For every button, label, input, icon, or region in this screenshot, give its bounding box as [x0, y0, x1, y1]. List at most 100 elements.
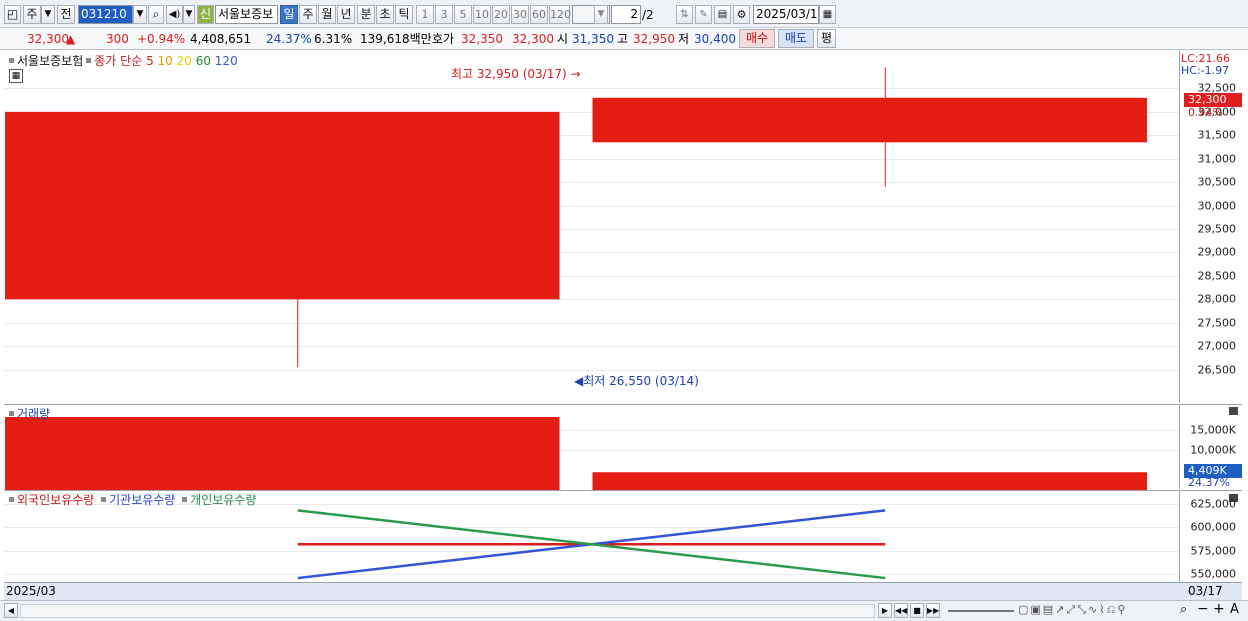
period-month-button[interactable]: 월 — [318, 5, 336, 24]
zoom-out-icon[interactable]: − — [1197, 601, 1209, 617]
current-price: 32,300 — [27, 32, 69, 46]
date-input[interactable]: 2025/03/17 — [753, 5, 825, 24]
y-tick-label: 31,500 — [1197, 128, 1237, 142]
interval-30-button[interactable]: 30 — [511, 5, 529, 24]
legend-ma-label: 종가 단순 — [94, 54, 143, 68]
legend-foreign: 외국인보유수량 — [17, 493, 95, 507]
candle-body — [592, 97, 1147, 143]
legend-ma-60: 60 — [195, 54, 215, 68]
window-layout-icon[interactable]: ◰ — [4, 5, 21, 24]
period-minute-button[interactable]: 분 — [357, 5, 375, 24]
page-input[interactable]: 2 — [611, 5, 641, 24]
candle-body — [5, 111, 560, 300]
zoom-in-icon[interactable]: + — [1213, 601, 1225, 617]
prev-button[interactable]: 전 — [57, 5, 75, 24]
scroll-left-icon[interactable]: ◀ — [4, 603, 18, 618]
fast-forward-icon[interactable]: ▶▶ — [926, 603, 940, 618]
y-tick-label: 29,500 — [1197, 222, 1237, 236]
max-annotation: 최고 32,950 (03/17) → — [451, 67, 581, 81]
bid-price: 32,300 — [512, 32, 554, 46]
max-annotation-text: 최고 32,950 (03/17) — [451, 67, 567, 81]
legend-ma-20: 20 — [176, 54, 196, 68]
stock-name-field: 서울보증보 — [215, 5, 278, 24]
bid-label: 호가 — [432, 32, 455, 46]
font-size-icon[interactable]: A — [1230, 602, 1239, 617]
y-tick-label: 31,000 — [1197, 152, 1237, 166]
calendar-icon[interactable]: ▦ — [819, 5, 836, 24]
low-label: 저 — [678, 32, 690, 46]
date-axis-left-label: 2025/03 — [6, 584, 56, 598]
gear-icon[interactable]: ⚙ — [733, 5, 750, 24]
holding-panel[interactable]: 외국인보유수량 기관보유수량 개인보유수량 — [4, 490, 1179, 582]
interval-20-button[interactable]: 20 — [492, 5, 510, 24]
y-tick-label: 26,500 — [1197, 363, 1237, 377]
interval-10-button[interactable]: 10 — [473, 5, 491, 24]
holding-axis: 625,000 600,000 575,000 550,000 — [1179, 490, 1242, 582]
panel-collapse-icon[interactable] — [1229, 407, 1238, 415]
open-price: 31,350 — [572, 32, 614, 46]
interval-60-button[interactable]: 60 — [530, 5, 548, 24]
search-icon[interactable]: ⌕ — [148, 5, 164, 24]
up-arrow-icon: ▲ — [66, 32, 76, 46]
interval-120-button[interactable]: 120 — [549, 5, 571, 24]
price-legend: 서울보증보험 종가 단순 5 10 20 60 120 — [6, 52, 238, 69]
new-badge: 신 — [197, 5, 214, 24]
period-second-button[interactable]: 초 — [376, 5, 394, 24]
y-tick-label: 575,000 — [1190, 544, 1237, 558]
horizontal-scrollbar[interactable] — [20, 604, 875, 618]
chevron-down-icon[interactable]: ▼ — [594, 5, 608, 24]
volume-ratio-tag: 24.37% — [1188, 476, 1230, 489]
legend-individual: 개인보유수량 — [190, 493, 257, 507]
chevron-down-icon[interactable]: ▼ — [133, 5, 147, 24]
chevron-down-icon[interactable]: ▼ — [41, 5, 55, 24]
y-tick-label: 625,000 — [1190, 497, 1237, 511]
volume-panel[interactable]: 거래량 — [4, 404, 1179, 490]
sell-button[interactable]: 매도 — [778, 29, 814, 48]
grid-table-icon[interactable]: ▦ — [9, 69, 23, 83]
low-price: 30,400 — [694, 32, 736, 46]
period-day-button[interactable]: 일 — [280, 5, 298, 24]
y-tick-label: 30,000 — [1197, 199, 1237, 213]
min-annotation: ◀최저 26,550 (03/14) — [574, 374, 699, 388]
speaker-icon[interactable]: ◀) — [166, 5, 183, 24]
pct-tag: 0.94% — [1188, 106, 1223, 119]
legend-ma-10: 10 — [157, 54, 177, 68]
evaluate-button[interactable]: 평 — [817, 29, 836, 48]
main-toolbar: ◰ 주 ▼ 전 031210 ▼ ⌕ ◀) ▼ 신 서울보증보 일 주 월 년 … — [0, 0, 1248, 28]
volume-bar — [5, 417, 560, 490]
drawing-tools[interactable]: ▢▣▤↗⤢⤡∿⌇⎌⚲ — [1018, 603, 1178, 619]
stock-code-input[interactable]: 031210 — [78, 5, 133, 24]
save-icon[interactable]: ▤ — [714, 5, 731, 24]
holding-legend: 외국인보유수량 기관보유수량 개인보유수량 — [6, 491, 256, 508]
period-tick-button[interactable]: 틱 — [395, 5, 413, 24]
page-total: /2 — [642, 8, 654, 22]
y-tick-label: 600,000 — [1190, 520, 1237, 534]
draw-tool-icon[interactable]: ✎ — [695, 5, 712, 24]
y-tick-label: 10,000K — [1190, 443, 1236, 457]
y-tick-label: 27,000 — [1197, 339, 1237, 353]
scroll-right-icon[interactable]: ▶ — [878, 603, 892, 618]
volume-ratio: 24.37% — [266, 32, 312, 46]
chevron-down-icon[interactable]: ▼ — [183, 5, 195, 24]
high-price: 32,950 — [633, 32, 675, 46]
price-change-pct: +0.94% — [137, 32, 186, 46]
interval-3-button[interactable]: 3 — [435, 5, 453, 24]
rewind-icon[interactable]: ◀◀ — [894, 603, 908, 618]
volume-chart-svg — [5, 417, 1147, 490]
compare-icon[interactable]: ⇅ — [676, 5, 693, 24]
zoom-icon[interactable]: ⌕ — [1180, 602, 1187, 617]
min-annotation-text: 최저 26,550 (03/14) — [583, 374, 699, 388]
price-panel[interactable]: 서울보증보험 종가 단순 5 10 20 60 120 ▦ 최고 32,950 (… — [4, 51, 1179, 403]
volume-value: 4,408,651 — [190, 32, 252, 46]
period-week-button[interactable]: 주 — [299, 5, 317, 24]
y-tick-label: 550,000 — [1190, 567, 1237, 581]
legend-stock-name: 서울보증보험 — [17, 54, 84, 68]
period-toggle-button[interactable]: 주 — [23, 5, 41, 24]
zoom-slider[interactable] — [948, 610, 1014, 612]
period-year-button[interactable]: 년 — [337, 5, 355, 24]
stop-icon[interactable]: ■ — [910, 603, 924, 618]
interval-1-button[interactable]: 1 — [416, 5, 434, 24]
interval-5-button[interactable]: 5 — [454, 5, 472, 24]
buy-button[interactable]: 매수 — [739, 29, 775, 48]
hc-label: HC:-1.97 — [1181, 64, 1230, 77]
